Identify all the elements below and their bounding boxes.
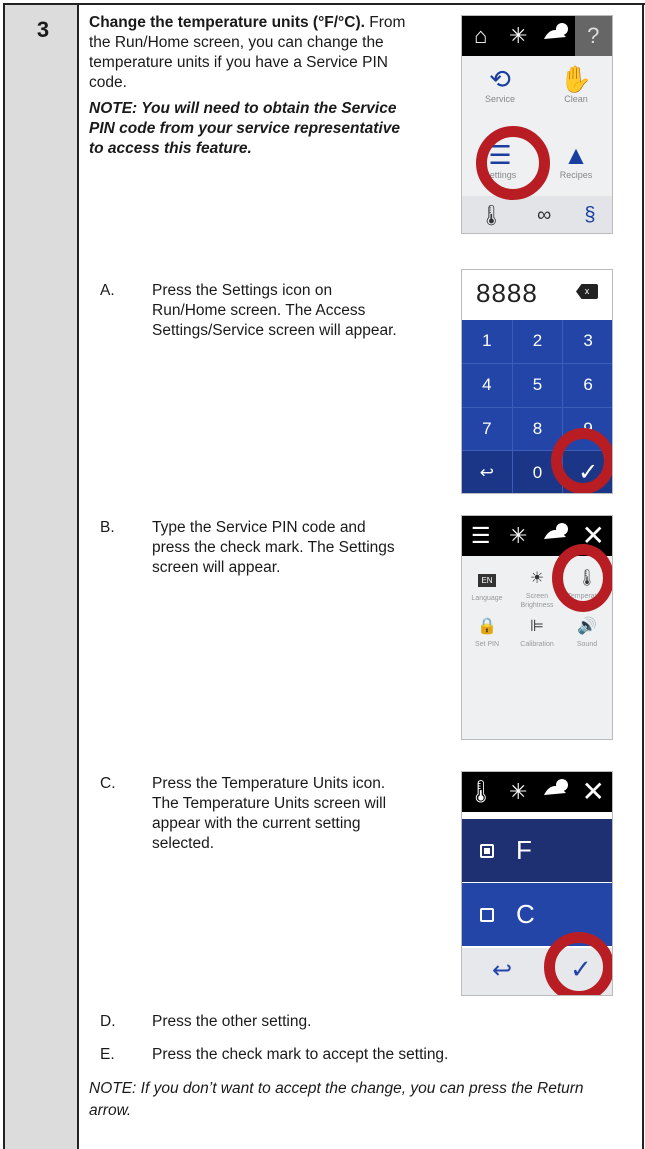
return-arrow-icon[interactable]: ↩ (492, 956, 512, 985)
food-icon-svg (543, 523, 568, 539)
settings-screen: ☰ ✳ ✕ EN Language ☀ Screen Brightness 🌡 … (461, 515, 613, 740)
substep-letter: C. (100, 775, 116, 792)
substep-text: Type the Service PIN code and press the … (152, 519, 395, 576)
speaker-icon: 🔊 (577, 618, 597, 635)
substep-b: B. Type the Service PIN code and press t… (100, 518, 400, 578)
help-icon[interactable]: ? (574, 16, 612, 56)
food-icon-svg (543, 23, 568, 39)
close-icon[interactable]: ✕ (575, 772, 613, 812)
service-icon: ⟲ (489, 64, 511, 94)
substep-text: Press the Settings icon on Run/Home scre… (152, 282, 397, 339)
return-arrow-icon[interactable]: ↩ (462, 451, 513, 493)
tile-label: Recipes (559, 170, 593, 180)
step-title: Change the temperature units (°F/°C). (89, 14, 365, 31)
key-3[interactable]: 3 (563, 320, 612, 364)
unselected-checkbox[interactable] (480, 907, 494, 922)
key-1[interactable]: 1 (462, 320, 513, 364)
temperature-units-screen: 🌡 ✳ ✕ F C ↩ ✓ (461, 771, 613, 996)
highlight-ring (552, 544, 612, 612)
set-pin-tile[interactable]: 🔒 Set PIN (462, 614, 512, 649)
backspace-icon[interactable]: x (576, 284, 598, 299)
tile-label: Service (484, 94, 515, 104)
notification-badge: 1 (569, 40, 575, 50)
highlight-ring (551, 428, 612, 493)
step-number: 3 (36, 17, 50, 42)
home-topbar: ⌂ ✳ 1 ? (462, 16, 612, 56)
substep-letter: A. (100, 282, 115, 299)
selected-checkbox[interactable] (480, 843, 494, 858)
clean-tile[interactable]: ✋ Clean (538, 64, 612, 104)
substep-a: A. Press the Settings icon on Run/Home s… (100, 281, 400, 341)
food-icon[interactable]: 1 (537, 16, 575, 56)
home-screen: ⌂ ✳ 1 ? ⟲ Service ✋ Clean ☰ Settings ▲ R… (461, 15, 613, 234)
language-tile[interactable]: EN Language (462, 566, 512, 603)
highlight-ring (476, 126, 550, 200)
thermometer-icon[interactable]: 🌡 (462, 772, 500, 812)
tile-label: Calibration (520, 641, 554, 648)
option-label: C (516, 899, 535, 929)
intro-paragraph: Change the temperature units (°F/°C). Fr… (89, 13, 409, 93)
tile-label: Screen Brightness (520, 593, 554, 609)
return-arrow-note: NOTE: If you don’t want to accept the ch… (89, 1080, 584, 1119)
calibration-icon: ⊫ (530, 618, 544, 635)
step-content: Change the temperature units (°F/°C). Fr… (79, 3, 645, 1149)
service-tile[interactable]: ⟲ Service (462, 64, 538, 104)
home-bottom-bar: 🌡 ∞ § (462, 196, 612, 233)
substep-e: E. Press the check mark to accept the set… (100, 1045, 448, 1065)
key-4[interactable]: 4 (462, 363, 513, 408)
key-7[interactable]: 7 (462, 407, 513, 452)
tile-label: Language (471, 595, 503, 602)
key-6[interactable]: 6 (563, 364, 612, 408)
tile-label: Clean (564, 94, 588, 104)
clean-icon: ✋ (559, 64, 593, 94)
substep-c: C. Press the Temperature Units icon. The… (100, 774, 400, 854)
sound-tile[interactable]: 🔊 Sound (562, 614, 612, 649)
key-2[interactable]: 2 (512, 320, 564, 364)
substep-text: Press the check mark to accept the setti… (152, 1046, 449, 1063)
home-icon[interactable]: ⌂ (462, 16, 500, 56)
thermometer-icon[interactable]: 🌡 (479, 203, 504, 228)
probe-icon[interactable]: ∞ (537, 204, 551, 227)
settings-menu-icon[interactable]: ☰ (462, 516, 500, 556)
key-5[interactable]: 5 (512, 363, 564, 408)
step-intro: Change the temperature units (°F/°C). Fr… (89, 13, 409, 159)
units-topbar: 🌡 ✳ ✕ (462, 772, 612, 812)
food-icon-svg (543, 779, 568, 795)
fahrenheit-option[interactable]: F (462, 819, 612, 882)
option-label: F (516, 835, 532, 865)
snowflake-icon[interactable]: ✳ (500, 16, 538, 56)
language-badge: EN (478, 574, 496, 587)
lock-icon: 🔒 (477, 618, 497, 635)
snowflake-icon[interactable]: ✳ (500, 516, 538, 556)
substep-letter: E. (100, 1046, 115, 1063)
substep-letter: B. (100, 519, 115, 536)
step-number-column: 3 (3, 3, 79, 1149)
substep-text: Press the other setting. (152, 1013, 312, 1030)
highlight-ring (544, 932, 612, 995)
tile-label: Sound (576, 641, 598, 648)
pin-display: 8888 (476, 278, 538, 308)
snowflake-icon[interactable]: ✳ (500, 772, 538, 812)
heat-icon[interactable]: § (584, 204, 595, 227)
substep-letter: D. (100, 1013, 116, 1030)
service-pin-note: NOTE: You will need to obtain the Servic… (89, 100, 400, 157)
calibration-tile[interactable]: ⊫ Calibration (512, 614, 562, 649)
substep-text: Press the Temperature Units icon. The Te… (152, 775, 387, 852)
tile-label: Set PIN (474, 641, 500, 648)
food-icon[interactable] (537, 772, 575, 812)
language-icon: EN (462, 566, 512, 594)
substep-d: D. Press the other setting. (100, 1012, 311, 1032)
pin-screen: 8888 x 1 2 3 4 5 6 7 8 9 ↩ 0 ✓ (461, 269, 613, 494)
